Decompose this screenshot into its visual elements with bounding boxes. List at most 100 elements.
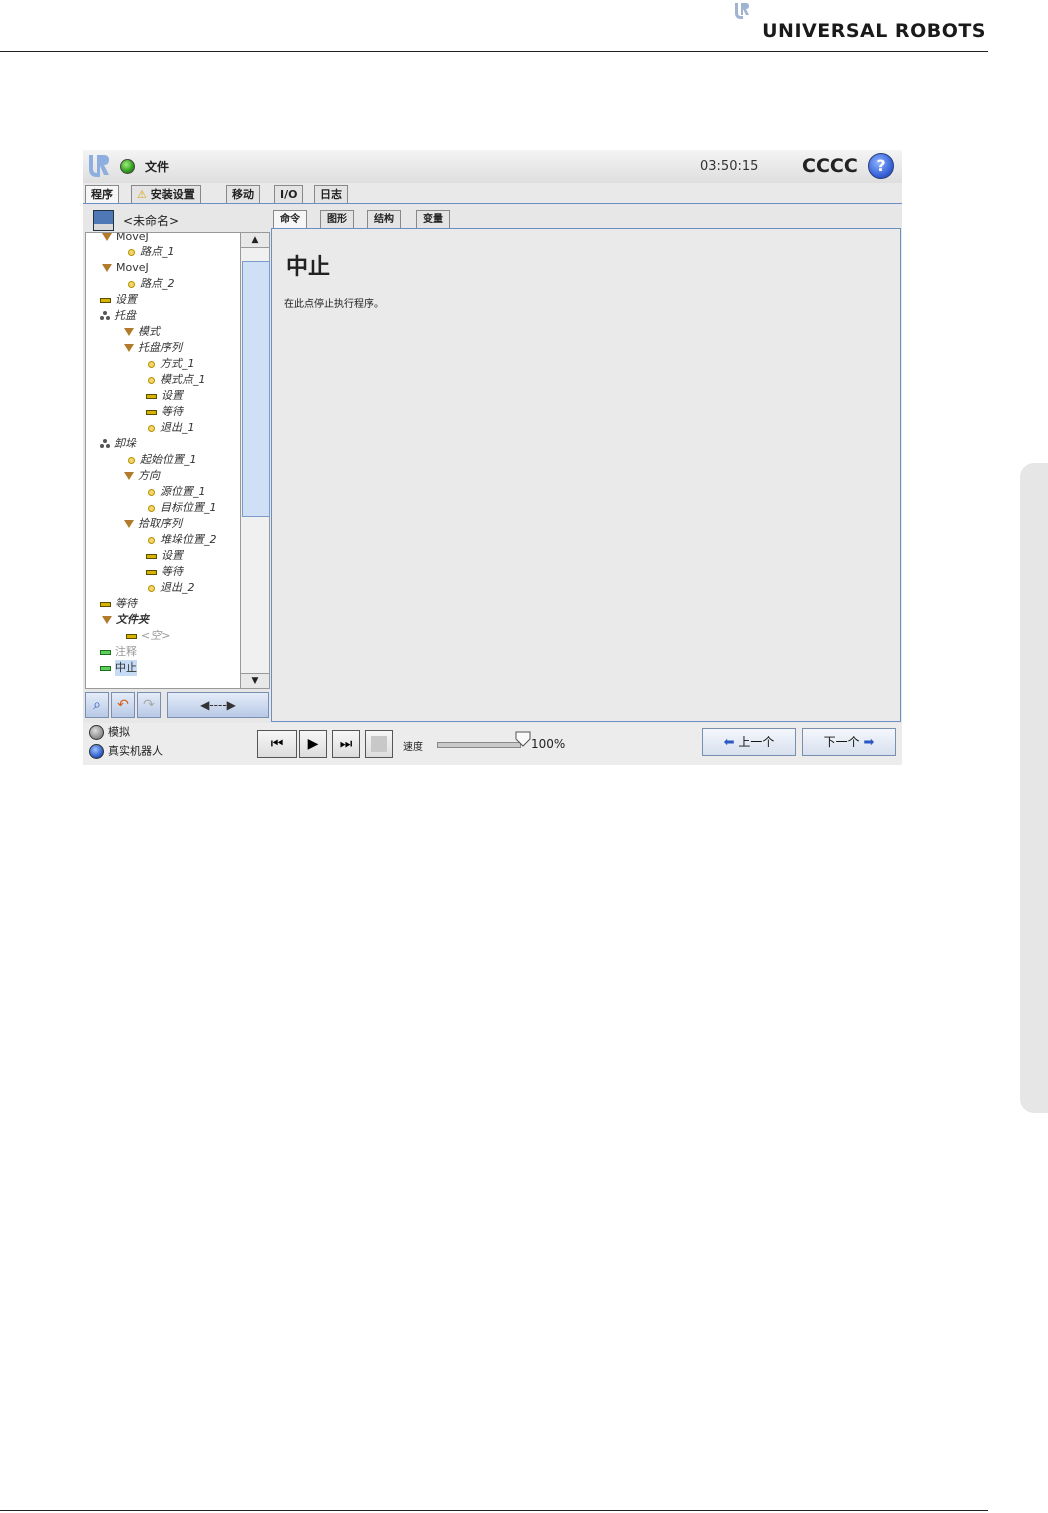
tree-item[interactable]: 设置: [146, 548, 183, 564]
tree-item[interactable]: 路点_1: [128, 244, 175, 260]
waypoint-icon: [148, 584, 155, 592]
tab-variables[interactable]: 变量: [416, 210, 450, 228]
tree-item[interactable]: MoveJ: [102, 260, 149, 276]
speed-slider-fill: [438, 743, 520, 747]
program-name: <未命名>: [123, 214, 180, 228]
tree-item[interactable]: 源位置_1: [148, 484, 206, 500]
stop-icon[interactable]: [365, 730, 393, 758]
speed-value: 100%: [531, 737, 566, 751]
simulation-option[interactable]: 模拟: [89, 725, 130, 740]
waypoint-icon: [148, 360, 155, 368]
empty-icon: [126, 633, 137, 639]
play-icon[interactable]: ▶: [299, 730, 327, 758]
tree-scrollbar[interactable]: ▲ ▼: [240, 232, 270, 689]
tab-command[interactable]: 命令: [273, 210, 307, 229]
brand-header: UNIVERSAL ROBOTS: [735, 0, 986, 48]
set-icon: [100, 297, 111, 303]
move-icon: [102, 264, 112, 272]
folder-icon: [102, 616, 112, 624]
tree-item[interactable]: 设置: [146, 388, 183, 404]
tree-item[interactable]: 模式: [124, 324, 160, 340]
scroll-up-icon[interactable]: ▲: [241, 233, 269, 248]
tab-log[interactable]: 日志: [314, 185, 348, 204]
sequence-icon: [124, 344, 134, 352]
pattern-icon: [124, 328, 134, 336]
help-icon[interactable]: ?: [868, 153, 894, 179]
move-node-button[interactable]: ◀----▶: [167, 692, 269, 718]
tree-item[interactable]: 等待: [146, 404, 183, 420]
tree-item[interactable]: 等待: [100, 596, 137, 612]
next-button[interactable]: 下一个 ➡: [802, 728, 896, 756]
scroll-down-icon[interactable]: ▼: [241, 673, 269, 688]
tree-item[interactable]: 设置: [100, 292, 137, 308]
tab-installation[interactable]: ⚠ 安装设置: [131, 185, 201, 204]
title-bar: 文件 03:50:15 CCCC ?: [83, 150, 902, 183]
tree-item[interactable]: 模式点_1: [148, 372, 206, 388]
tree-item[interactable]: 路点_2: [128, 276, 175, 292]
tree-item-selected[interactable]: 中止: [100, 660, 137, 676]
header-rule: [0, 51, 988, 52]
tree-item[interactable]: 堆垛位置_2: [148, 532, 217, 548]
sequence-icon: [124, 520, 134, 528]
arrow-left-icon: ⬅: [723, 735, 735, 750]
tab-io[interactable]: I/O: [274, 185, 304, 204]
program-tree[interactable]: MoveJ 路点_1 MoveJ 路点_2 设置 托盘 模式 托盘序列 方式_1…: [85, 232, 242, 689]
tree-item[interactable]: 文件夹: [102, 612, 149, 628]
save-icon[interactable]: [93, 210, 114, 231]
tree-item[interactable]: 卸垛: [100, 436, 136, 452]
wait-icon: [100, 601, 111, 607]
panel-description: 在此点停止执行程序。: [284, 299, 384, 310]
search-icon[interactable]: ⌕: [85, 692, 109, 718]
speed-slider[interactable]: [437, 742, 521, 748]
previous-button[interactable]: ⬅ 上一个: [702, 728, 796, 756]
tree-item[interactable]: 退出_1: [148, 420, 195, 436]
tab-program[interactable]: 程序: [85, 185, 119, 205]
tab-move[interactable]: 移动: [226, 185, 260, 204]
tree-item[interactable]: 等待: [146, 564, 183, 580]
pallet-icon: [100, 311, 110, 321]
radio-off-icon: [89, 725, 104, 740]
wait-icon: [146, 569, 157, 575]
step-icon[interactable]: ⏭: [332, 730, 360, 758]
tree-item[interactable]: 方向: [124, 468, 160, 484]
tab-structure[interactable]: 结构: [367, 210, 401, 228]
tree-item[interactable]: 方式_1: [148, 356, 195, 372]
halt-icon: [100, 665, 111, 671]
tree-item[interactable]: 托盘序列: [124, 340, 182, 356]
tree-item[interactable]: 目标位置_1: [148, 500, 217, 516]
file-menu[interactable]: 文件: [145, 158, 169, 175]
waypoint-icon: [148, 536, 155, 544]
waypoint-icon: [128, 280, 135, 288]
tree-item[interactable]: 拾取序列: [124, 516, 182, 532]
ur-logo-icon: [735, 3, 749, 19]
set-icon: [146, 393, 157, 399]
polyscope-screenshot: 文件 03:50:15 CCCC ? 程序 ⚠ 安装设置 移动 I/O 日志 <…: [83, 150, 902, 765]
scroll-thumb[interactable]: [242, 261, 270, 517]
radio-on-icon: [89, 744, 104, 759]
speed-label: 速度: [403, 742, 423, 753]
waypoint-icon: [148, 424, 155, 432]
skip-back-icon[interactable]: ⏮: [257, 730, 297, 758]
ur-logo-icon[interactable]: [87, 153, 113, 179]
clock: 03:50:15: [700, 159, 759, 174]
waypoint-icon: [148, 504, 155, 512]
redo-icon[interactable]: ↷: [137, 692, 161, 718]
side-thumb-tab: [1020, 463, 1048, 1113]
brand-name: UNIVERSAL ROBOTS: [762, 20, 986, 42]
tab-graphics[interactable]: 图形: [320, 210, 354, 228]
tree-item[interactable]: 退出_2: [148, 580, 195, 596]
tree-item[interactable]: 起始位置_1: [128, 452, 197, 468]
tree-item[interactable]: <空>: [126, 628, 170, 644]
move-icon: [102, 233, 112, 241]
tree-toolbar: ⌕ ↶ ↷ ◀----▶: [83, 690, 269, 720]
waypoint-icon: [148, 376, 155, 384]
undo-icon[interactable]: ↶: [111, 692, 135, 718]
tree-item[interactable]: 注释: [100, 644, 137, 660]
robot-name: CCCC: [802, 155, 858, 177]
warning-icon: ⚠: [137, 188, 147, 201]
program-workarea: <未命名> MoveJ 路点_1 MoveJ 路点_2 设置 托盘 模式 托盘序…: [83, 203, 902, 724]
bottom-bar: 模拟 真实机器人 ⏮ ▶ ⏭ 速度 100% ⬅ 上一个 下一个 ➡: [83, 723, 902, 765]
real-robot-option[interactable]: 真实机器人: [89, 744, 163, 759]
command-panel: 中止 在此点停止执行程序。: [271, 228, 901, 722]
tree-item[interactable]: 托盘: [100, 308, 136, 324]
